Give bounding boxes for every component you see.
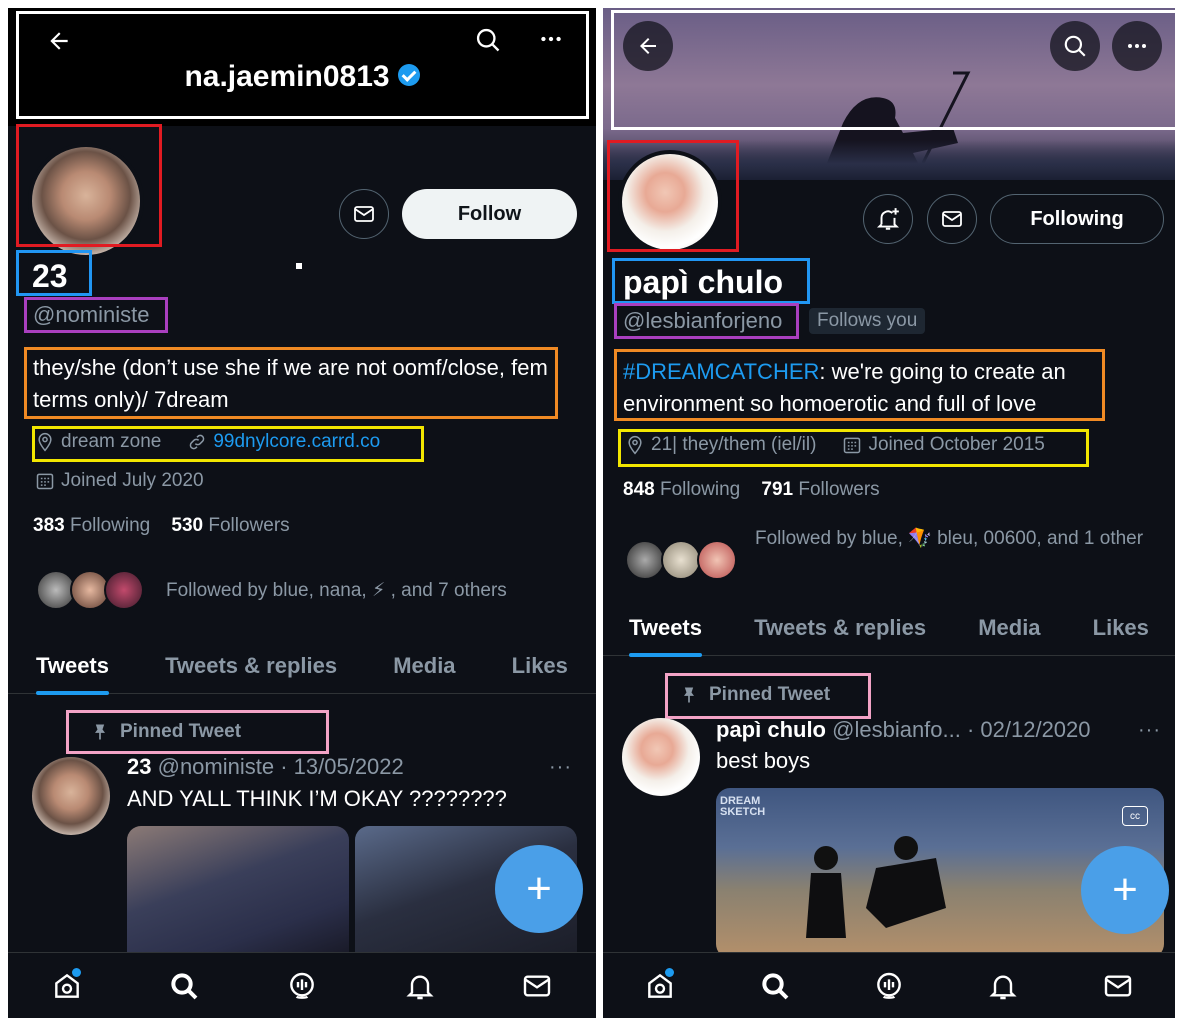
annotation-bio-box xyxy=(614,349,1105,421)
tweet-text: AND YALL THINK I’M OKAY ???????? xyxy=(127,786,507,811)
message-button[interactable] xyxy=(339,189,389,239)
tab-tweets-replies[interactable]: Tweets & replies xyxy=(754,600,926,656)
joined-row: Joined July 2020 xyxy=(35,470,204,492)
mail-icon xyxy=(942,211,962,227)
spaces-icon[interactable] xyxy=(282,966,322,1006)
followed-by-avatar-2 xyxy=(661,540,701,580)
compose-tweet-button[interactable]: + xyxy=(495,845,583,933)
media-figures xyxy=(806,836,946,938)
message-button[interactable] xyxy=(927,194,977,244)
tweet-meta: @noministe · 13/05/2022 xyxy=(157,754,404,779)
stray-dot xyxy=(296,263,302,269)
spaces-icon[interactable] xyxy=(869,966,909,1006)
followed-by-avatar-3 xyxy=(104,570,144,610)
annotation-meta-box xyxy=(32,426,424,462)
messages-icon[interactable] xyxy=(1098,966,1138,1006)
annotation-avatar-box xyxy=(16,124,162,247)
follow-stats: 383 Following 530 Followers xyxy=(33,515,290,537)
mail-icon xyxy=(354,206,374,222)
follow-stats: 848 Following 791 Followers xyxy=(623,479,880,501)
following-stat[interactable]: 848 Following xyxy=(623,479,740,500)
tweet-more-icon[interactable]: ··· xyxy=(549,756,572,779)
following-stat[interactable]: 383 Following xyxy=(33,515,150,536)
followers-label: Followers xyxy=(208,515,290,536)
bottom-navigation xyxy=(8,952,596,1018)
annotation-pinned-box xyxy=(66,710,329,754)
following-count: 383 xyxy=(33,515,65,536)
annotation-header-box xyxy=(611,10,1175,130)
annotation-pinned-box xyxy=(665,673,871,719)
profile-screen-right: Following papì chulo @lesbianforjeno Fol… xyxy=(603,8,1175,1018)
home-icon[interactable] xyxy=(640,966,680,1006)
tab-likes[interactable]: Likes xyxy=(1093,600,1149,656)
tweet-more-icon[interactable]: ··· xyxy=(1138,719,1161,742)
tab-tweets[interactable]: Tweets xyxy=(629,600,702,657)
annotation-name-box xyxy=(16,250,92,296)
profile-tabs: Tweets Tweets & replies Media Likes xyxy=(603,600,1175,657)
followers-stat[interactable]: 791 Followers xyxy=(761,479,879,500)
followed-by-text[interactable]: Followed by blue, 🪁 bleu, 00600, and 1 o… xyxy=(755,524,1145,554)
notifications-icon[interactable] xyxy=(400,966,440,1006)
notify-button[interactable] xyxy=(863,194,913,244)
bell-plus-icon xyxy=(876,208,900,230)
tab-tweets[interactable]: Tweets xyxy=(36,638,109,695)
followers-stat[interactable]: 530 Followers xyxy=(171,515,289,536)
tab-media[interactable]: Media xyxy=(393,638,455,694)
profile-tabs: Tweets Tweets & replies Media Likes xyxy=(8,638,596,695)
tab-likes[interactable]: Likes xyxy=(512,638,568,694)
annotation-handle-box xyxy=(24,297,168,333)
follows-you-badge: Follows you xyxy=(809,308,926,334)
followers-count: 530 xyxy=(171,515,204,536)
messages-icon[interactable] xyxy=(517,966,557,1006)
notifications-icon[interactable] xyxy=(983,966,1023,1006)
media-overlay-text: DREAM SKETCH xyxy=(720,795,766,818)
annotation-handle-box xyxy=(614,303,799,339)
tweet-header: papì chulo @lesbianfo... · 02/12/2020 xyxy=(716,717,1091,743)
tab-media[interactable]: Media xyxy=(978,600,1040,656)
annotation-name-box xyxy=(612,258,810,304)
annotation-header-box xyxy=(16,11,589,119)
following-button[interactable]: Following xyxy=(990,194,1164,244)
search-nav-icon[interactable] xyxy=(755,966,795,1006)
followed-by-text[interactable]: Followed by blue, nana, ⚡ , and 7 others xyxy=(166,576,586,606)
following-count: 848 xyxy=(623,479,655,500)
tab-tweets-replies[interactable]: Tweets & replies xyxy=(165,638,337,694)
home-icon[interactable] xyxy=(47,966,87,1006)
tweet-avatar[interactable] xyxy=(32,757,110,835)
annotation-meta-box xyxy=(618,429,1089,467)
following-label: Following xyxy=(69,515,151,536)
tweet-avatar[interactable] xyxy=(622,718,700,796)
tweet-text: best boys xyxy=(716,748,811,773)
follow-button[interactable]: Follow xyxy=(402,189,577,239)
annotation-bio-box xyxy=(24,347,558,419)
tweet-header: 23 @noministe · 13/05/2022 xyxy=(127,754,404,780)
tweet-author-name: 23 xyxy=(127,754,152,779)
annotation-avatar-box xyxy=(607,140,739,252)
profile-screen-left: na.jaemin0813 Follow 23 @noministe they/… xyxy=(8,8,596,1018)
bottom-navigation xyxy=(603,952,1175,1018)
followed-by-avatar-1 xyxy=(625,540,665,580)
search-nav-icon[interactable] xyxy=(164,966,204,1006)
followers-count: 791 xyxy=(761,479,794,500)
tweet-author-name: papì chulo xyxy=(716,717,826,742)
tweet-meta: @lesbianfo... · 02/12/2020 xyxy=(832,717,1091,742)
tweet-media-1[interactable] xyxy=(127,826,349,966)
followers-label: Followers xyxy=(798,479,880,500)
following-label: Following xyxy=(659,479,741,500)
calendar-icon xyxy=(36,473,54,490)
captions-icon[interactable]: cc xyxy=(1122,806,1148,826)
compose-tweet-button[interactable]: + xyxy=(1081,846,1169,934)
joined-text: Joined July 2020 xyxy=(61,470,204,491)
followed-by-avatar-3 xyxy=(697,540,737,580)
